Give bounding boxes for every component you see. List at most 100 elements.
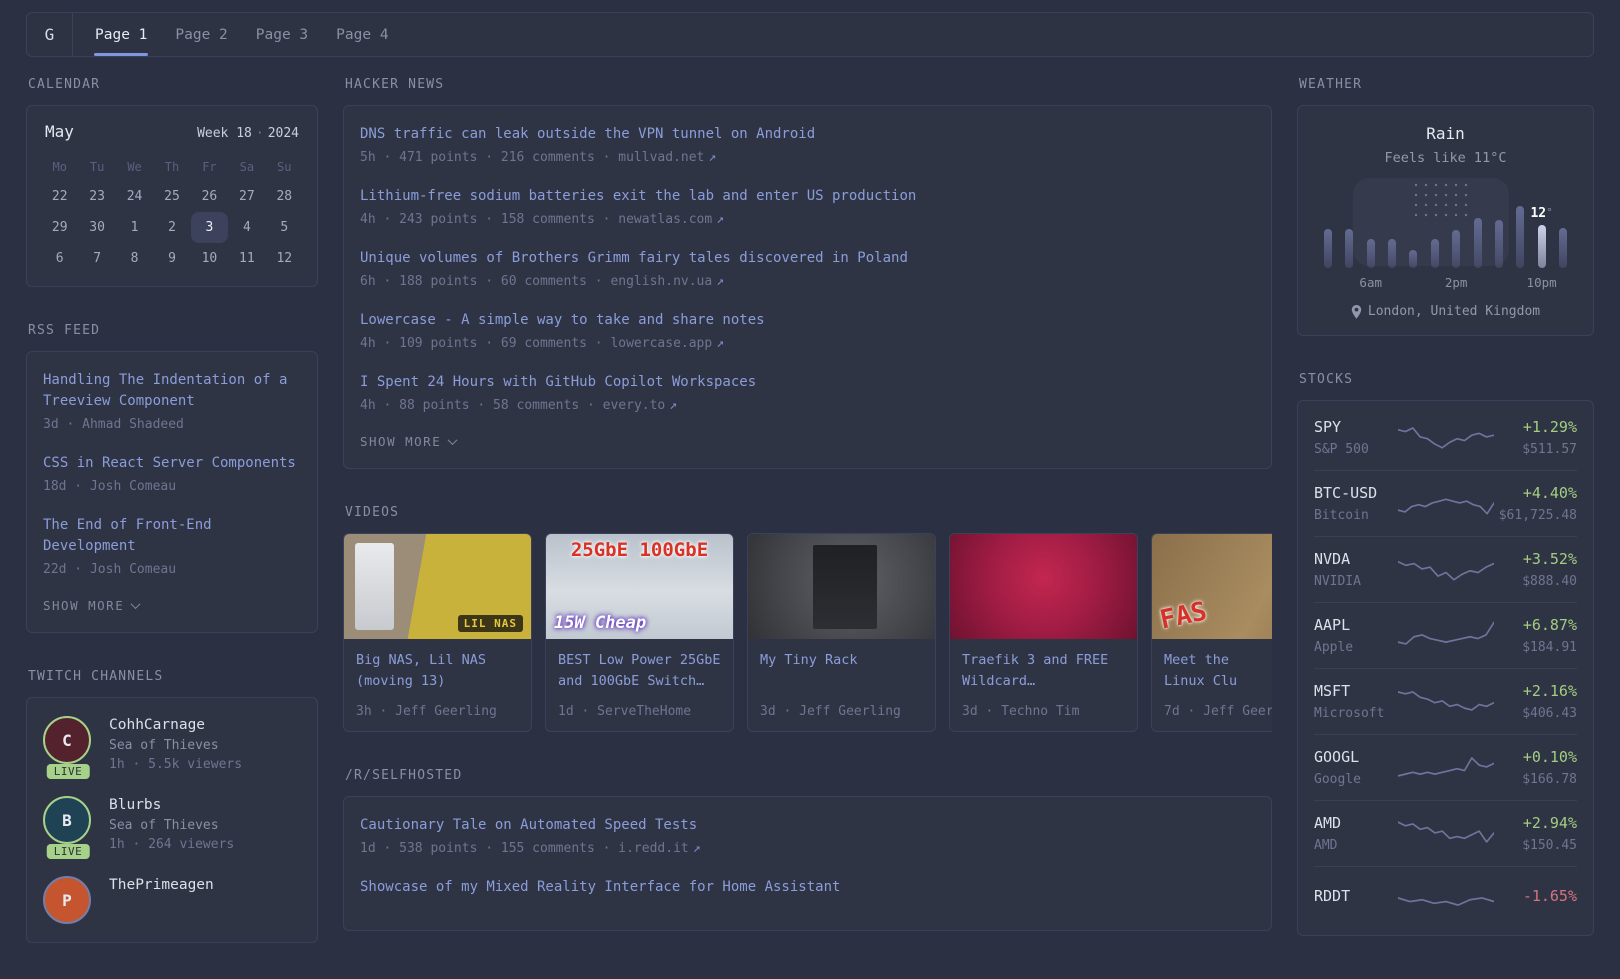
hackernews-item: DNS traffic can leak outside the VPN tun… [360, 124, 1255, 165]
rss-card: Handling The Indentation of a Treeview C… [26, 351, 318, 633]
twitch-channel-row[interactable]: C LIVE CohhCarnage Sea of Thieves 1h · 5… [43, 716, 301, 779]
hackernews-source-link[interactable]: lowercase.app [610, 336, 712, 351]
stock-row[interactable]: NVDA NVIDIA +3.52% $888.40 [1314, 536, 1577, 602]
calendar-week-year: Week 18 · 2024 [197, 126, 299, 141]
video-meta: 3d · Jeff Geerling [760, 703, 901, 719]
app-logo[interactable]: G [27, 13, 73, 56]
hackernews-widget: HACKER NEWS DNS traffic can leak outside… [343, 77, 1272, 469]
stock-row[interactable]: RDDT -1.65% [1314, 866, 1577, 931]
stock-change: +1.29% [1522, 418, 1577, 436]
stocks-section-title: STOCKS [1299, 372, 1354, 387]
hackernews-item-meta: 4h · 109 points · 69 comments · lowercas… [360, 336, 725, 351]
weather-condition: Rain [1426, 124, 1465, 143]
stock-name: NVIDIA [1314, 574, 1361, 589]
reddit-item-title[interactable]: Cautionary Tale on Automated Speed Tests [360, 815, 1255, 836]
weather-bar-cell [1558, 206, 1567, 268]
hackernews-source-link[interactable]: every.to [603, 398, 666, 413]
video-thumbnail: LIL NAS [344, 534, 531, 639]
hackernews-source-link[interactable]: mullvad.net [618, 150, 704, 165]
header-nav: G Page 1 Page 2 Page 3 Page 4 [26, 12, 1594, 57]
weather-bar-cell [1473, 206, 1482, 268]
rss-item-meta: 18d · Josh Comeau [43, 479, 177, 494]
weather-feels-like: Feels like 11°C [1384, 150, 1507, 166]
stock-sparkline [1397, 820, 1494, 843]
calendar-weekday: Su [277, 160, 292, 174]
stock-change: +3.52% [1522, 550, 1577, 568]
twitch-channel-row[interactable]: B LIVE Blurbs Sea of Thieves 1h · 264 vi… [43, 796, 301, 859]
video-card[interactable]: My Tiny Rack 3d · Jeff Geerling [747, 533, 936, 732]
rss-item: CSS in React Server Components 18d · Jos… [43, 453, 301, 494]
video-meta: 3d · Techno Tim [962, 703, 1080, 719]
reddit-card: Cautionary Tale on Automated Speed Tests… [343, 795, 1272, 931]
stock-row[interactable]: AAPL Apple +6.87% $184.91 [1314, 602, 1577, 668]
stock-row[interactable]: MSFT Microsoft +2.16% $406.43 [1314, 668, 1577, 734]
degree-symbol: ° [1546, 206, 1553, 219]
rss-item-meta: 3d · Ahmad Shadeed [43, 417, 184, 432]
page-tab[interactable]: Page 4 [322, 13, 402, 56]
video-title[interactable]: My Tiny Rack [760, 650, 923, 671]
stock-price: $166.78 [1522, 772, 1577, 787]
video-title[interactable]: Meet the Linux Clu [1164, 650, 1272, 692]
thumbnail-text: LIL NAS [457, 615, 523, 632]
calendar-month: May [45, 122, 74, 141]
video-card[interactable]: LIL NAS Big NAS, Lil NAS (moving 13) 3h … [343, 533, 532, 732]
stock-row[interactable]: GOOGL Google +0.10% $166.78 [1314, 734, 1577, 800]
video-card[interactable]: FAS Meet the Linux Clu 7d · Jeff Geerlin… [1151, 533, 1272, 732]
external-link-icon: ↗ [708, 150, 717, 165]
weather-bar [1494, 219, 1503, 268]
calendar-day: 24 [126, 189, 143, 204]
hackernews-source-link[interactable]: english.nv.ua [610, 274, 712, 289]
reddit-item-title[interactable]: Showcase of my Mixed Reality Interface f… [360, 877, 1255, 898]
twitch-channel-viewers: 1h · 5.5k viewers [109, 757, 243, 772]
twitch-card: C LIVE CohhCarnage Sea of Thieves 1h · 5… [26, 697, 318, 943]
video-meta: 3h · Jeff Geerling [356, 703, 497, 719]
hackernews-item-title[interactable]: Lithium-free sodium batteries exit the l… [360, 186, 1255, 207]
thumbnail-text: FAS [1157, 596, 1210, 636]
weather-card: Rain Feels like 11°C 6am 2pm 12° 10pm Lo… [1297, 105, 1594, 336]
hackernews-show-more-button[interactable]: SHOW MORE [360, 434, 458, 449]
chevron-down-icon [447, 435, 458, 446]
left-column: CALENDAR May Week 18·2024 Mo Tu We Th [26, 77, 318, 979]
rss-item-title[interactable]: Handling The Indentation of a Treeview C… [43, 370, 301, 412]
weather-bar [1537, 225, 1546, 268]
right-column: WEATHER Rain Feels like 11°C 6am 2pm 12°… [1297, 77, 1594, 979]
rss-item-title[interactable]: The End of Front-End Development [43, 515, 301, 557]
twitch-channel-row[interactable]: P LIVE ThePrimeagen [43, 876, 301, 924]
avatar: B [43, 796, 91, 844]
hackernews-item-title[interactable]: I Spent 24 Hours with GitHub Copilot Wor… [360, 372, 1255, 393]
hackernews-source-link[interactable]: newatlas.com [618, 212, 712, 227]
stock-row[interactable]: AMD AMD +2.94% $150.45 [1314, 800, 1577, 866]
hackernews-item: Lithium-free sodium batteries exit the l… [360, 186, 1255, 227]
video-title[interactable]: Big NAS, Lil NAS (moving 13) [356, 650, 519, 692]
hackernews-item-title[interactable]: Unique volumes of Brothers Grimm fairy t… [360, 248, 1255, 269]
page-tab[interactable]: Page 1 [81, 13, 161, 56]
rss-item-title[interactable]: CSS in React Server Components [43, 453, 301, 474]
stock-sparkline [1397, 897, 1494, 906]
twitch-section-title: TWITCH CHANNELS [28, 669, 164, 684]
hackernews-item-meta: 4h · 88 points · 58 comments · every.to ↗ [360, 398, 678, 413]
stocks-widget: STOCKS SPY S&P 500 +1.29% $511.57 BTC-US… [1297, 372, 1594, 936]
page-tab[interactable]: Page 3 [242, 13, 322, 56]
video-title[interactable]: BEST Low Power 25GbE and 100GbE Switch… [558, 650, 721, 692]
hackernews-item-title[interactable]: DNS traffic can leak outside the VPN tun… [360, 124, 1255, 145]
calendar-weekday: Fr [202, 160, 217, 174]
stock-price: $888.40 [1522, 574, 1577, 589]
weather-bar-cell: 12° 10pm [1527, 206, 1557, 290]
stock-name: S&P 500 [1314, 442, 1369, 457]
stock-sparkline [1397, 621, 1494, 645]
stock-row[interactable]: BTC-USD Bitcoin +4.40% $61,725.48 [1314, 470, 1577, 536]
page-tab[interactable]: Page 2 [161, 13, 241, 56]
rss-show-more-button[interactable]: SHOW MORE [43, 598, 141, 613]
stock-row[interactable]: SPY S&P 500 +1.29% $511.57 [1314, 405, 1577, 470]
video-title[interactable]: Traefik 3 and FREE Wildcard… [962, 650, 1125, 692]
stock-change: +0.10% [1522, 748, 1577, 766]
reddit-item: Cautionary Tale on Automated Speed Tests… [360, 815, 1255, 856]
video-card[interactable]: 25GbE 100GbE 15W Cheap BEST Low Power 25… [545, 533, 734, 732]
hackernews-item-title[interactable]: Lowercase - A simple way to take and sha… [360, 310, 1255, 331]
video-card[interactable]: Traefik 3 and FREE Wildcard… 3d · Techno… [949, 533, 1138, 732]
reddit-source-link[interactable]: i.redd.it [618, 841, 688, 856]
separator-dot: · [255, 126, 264, 141]
calendar-day: 5 [280, 220, 289, 235]
reddit-item-meta: 1d · 538 points · 155 comments · i.redd.… [360, 840, 701, 856]
external-link-icon: ↗ [669, 398, 678, 413]
